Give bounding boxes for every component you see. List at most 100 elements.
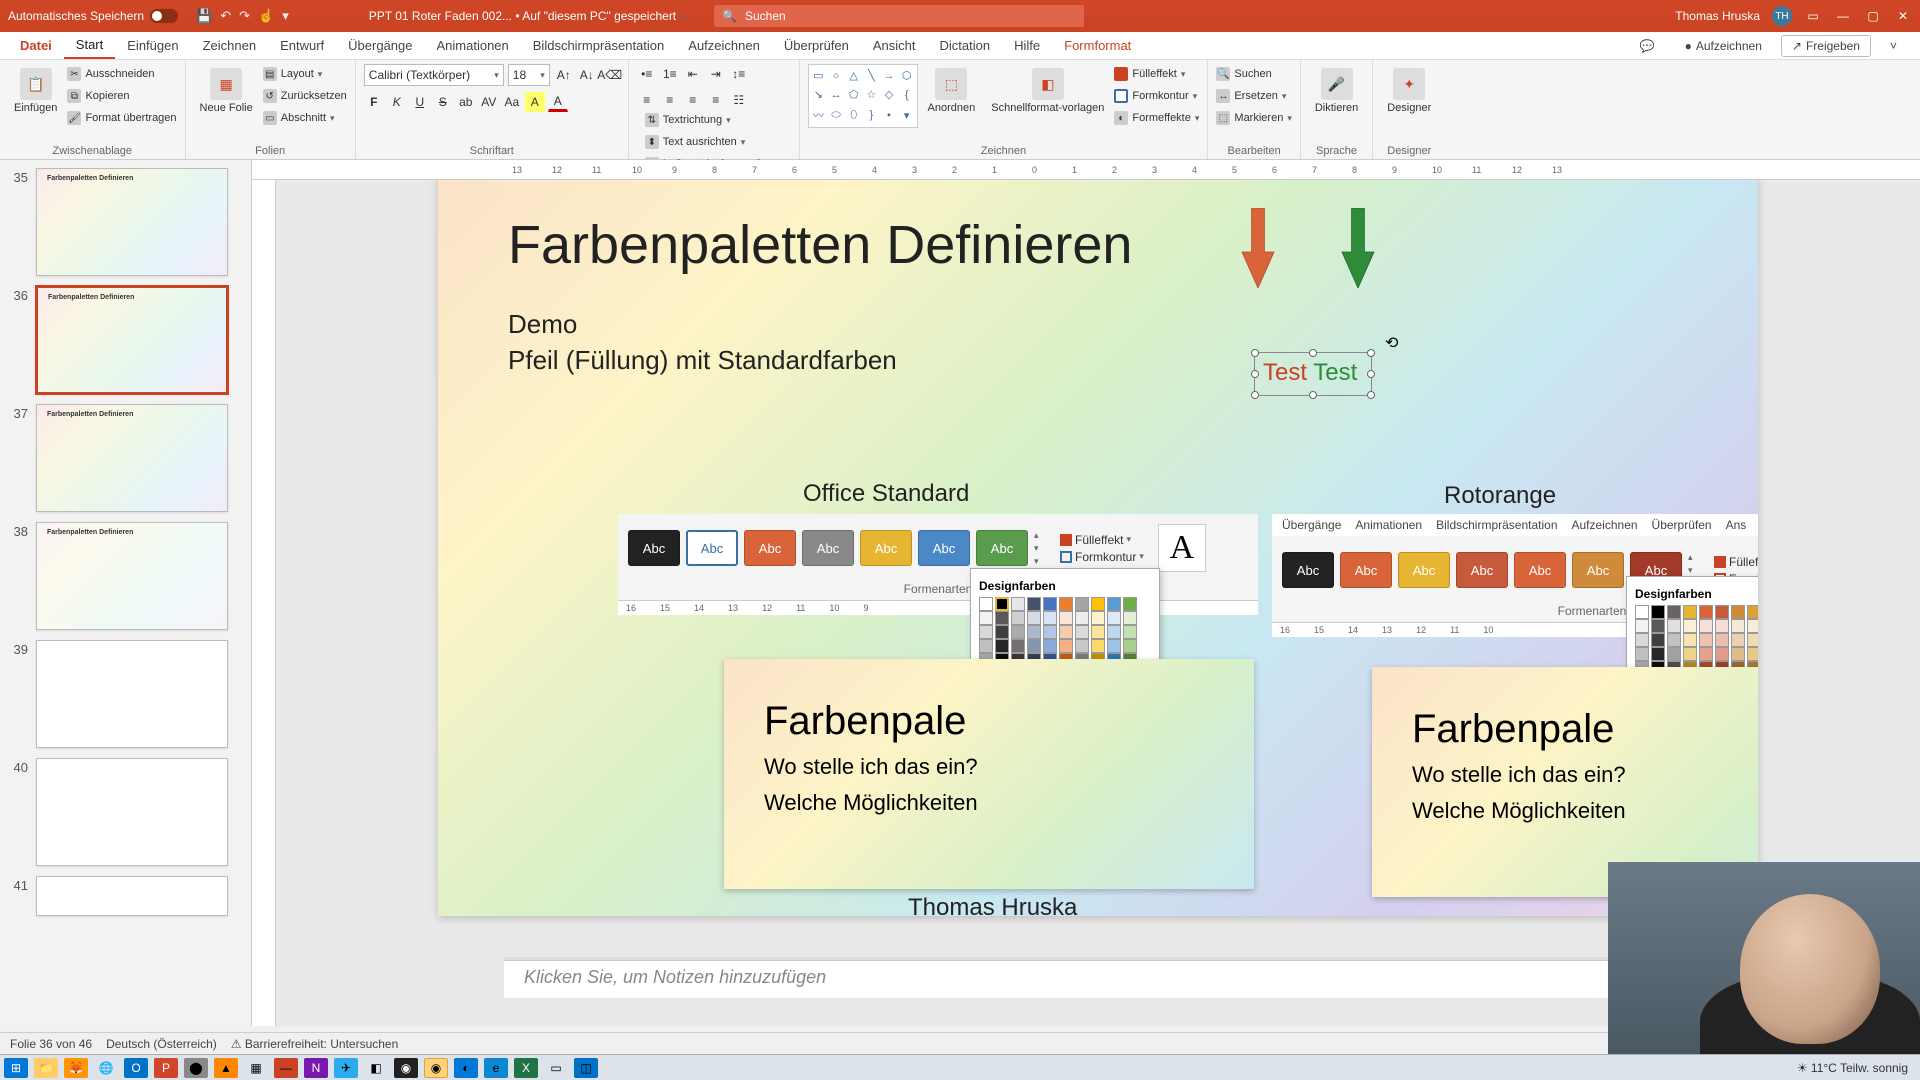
- tab-help[interactable]: Hilfe: [1002, 32, 1052, 59]
- strike-button[interactable]: S: [433, 92, 453, 112]
- tab-start[interactable]: Start: [64, 32, 115, 59]
- shadow-button[interactable]: ab: [456, 92, 476, 112]
- numbering-button[interactable]: 1≡: [660, 64, 680, 84]
- tab-transitions[interactable]: Übergänge: [336, 32, 424, 59]
- layout-button[interactable]: ▤Layout▾: [263, 64, 347, 84]
- tab-file[interactable]: Datei: [8, 32, 64, 59]
- shape-effects-button[interactable]: ◐Formeffekte▾: [1114, 108, 1199, 128]
- selected-textbox[interactable]: ⟲ Test Test: [1254, 352, 1372, 396]
- arrow-orange[interactable]: [1238, 208, 1278, 288]
- select-button[interactable]: ⬚Markieren▾: [1216, 108, 1291, 128]
- align-center-button[interactable]: ≡: [660, 90, 680, 110]
- rotate-handle[interactable]: ⟲: [1385, 333, 1399, 347]
- tab-dictation[interactable]: Dictation: [928, 32, 1003, 59]
- tab-review[interactable]: Überprüfen: [772, 32, 861, 59]
- comments-button[interactable]: 💬: [1629, 35, 1666, 57]
- decrease-font-icon[interactable]: A↓: [577, 65, 597, 85]
- app-icon-1[interactable]: ⬤: [184, 1058, 208, 1078]
- user-avatar[interactable]: TH: [1772, 6, 1792, 26]
- thumb-35[interactable]: Farbenpaletten Definieren: [36, 168, 228, 276]
- weather-widget[interactable]: ☀ 11°C Teilw. sonnig: [1797, 1061, 1908, 1075]
- thumb-38[interactable]: Farbenpaletten Definieren: [36, 522, 228, 630]
- arrow-green[interactable]: [1338, 208, 1378, 288]
- increase-indent-button[interactable]: ⇥: [706, 64, 726, 84]
- align-text-button[interactable]: ⬍Text ausrichten▾: [645, 132, 791, 152]
- dictate-button[interactable]: 🎤Diktieren: [1309, 64, 1364, 118]
- char-spacing-button[interactable]: AV: [479, 92, 499, 112]
- italic-button[interactable]: K: [387, 92, 407, 112]
- qat-more-icon[interactable]: ▾: [282, 8, 289, 24]
- section-button[interactable]: ▭Abschnitt▾: [263, 108, 347, 128]
- clear-format-icon[interactable]: A⌫: [600, 65, 620, 85]
- thumb-41[interactable]: [36, 876, 228, 916]
- app-icon-active[interactable]: ◉: [424, 1058, 448, 1078]
- line-spacing-button[interactable]: ↕≡: [729, 64, 749, 84]
- filename[interactable]: PPT 01 Roter Faden 002... • Auf "diesem …: [369, 9, 684, 23]
- share-button[interactable]: ↗ Freigeben: [1781, 35, 1871, 57]
- outlook-icon[interactable]: O: [124, 1058, 148, 1078]
- app-icon-7[interactable]: ◫: [574, 1058, 598, 1078]
- cut-button[interactable]: ✂Ausschneiden: [67, 64, 176, 84]
- edge-icon[interactable]: e: [484, 1058, 508, 1078]
- current-slide[interactable]: Farbenpaletten Definieren Demo Pfeil (Fü…: [438, 180, 1758, 916]
- app-icon-6[interactable]: ▭: [544, 1058, 568, 1078]
- touch-mode-icon[interactable]: ☝: [258, 8, 274, 24]
- tab-draw[interactable]: Zeichnen: [191, 32, 268, 59]
- shape-outline-button[interactable]: Formkontur▾: [1114, 86, 1199, 106]
- bullets-button[interactable]: •≡: [637, 64, 657, 84]
- tab-animations[interactable]: Animationen: [424, 32, 520, 59]
- save-icon[interactable]: 💾: [196, 8, 212, 24]
- thumb-36[interactable]: Farbenpaletten Definieren: [36, 286, 228, 394]
- close-icon[interactable]: ✕: [1894, 9, 1912, 23]
- change-case-button[interactable]: Aa: [502, 92, 522, 112]
- underline-button[interactable]: U: [410, 92, 430, 112]
- tab-record[interactable]: Aufzeichnen: [676, 32, 772, 59]
- font-color-button[interactable]: A: [548, 92, 568, 112]
- app-icon-4[interactable]: ◧: [364, 1058, 388, 1078]
- start-button[interactable]: ⊞: [4, 1058, 28, 1078]
- new-slide-button[interactable]: ▦Neue Folie: [194, 64, 259, 118]
- paste-button[interactable]: 📋Einfügen: [8, 64, 63, 118]
- decrease-indent-button[interactable]: ⇤: [683, 64, 703, 84]
- designer-button[interactable]: ✦Designer: [1381, 64, 1437, 118]
- slide-counter[interactable]: Folie 36 von 46: [10, 1037, 92, 1051]
- chrome-icon[interactable]: 🌐: [94, 1058, 118, 1078]
- app-icon-3[interactable]: —: [274, 1058, 298, 1078]
- user-name[interactable]: Thomas Hruska: [1675, 9, 1760, 23]
- tab-view[interactable]: Ansicht: [861, 32, 928, 59]
- copy-button[interactable]: ⧉Kopieren: [67, 86, 176, 106]
- undo-icon[interactable]: ↶: [220, 8, 231, 24]
- find-button[interactable]: 🔍Suchen: [1216, 64, 1291, 84]
- app-icon-2[interactable]: ▦: [244, 1058, 268, 1078]
- minimize-icon[interactable]: —: [1834, 9, 1852, 23]
- quick-styles-button[interactable]: ◧Schnellformat-vorlagen: [985, 64, 1110, 118]
- tab-insert[interactable]: Einfügen: [115, 32, 190, 59]
- maximize-icon[interactable]: ▢: [1864, 9, 1882, 23]
- accessibility-status[interactable]: ⚠ Barrierefreiheit: Untersuchen: [231, 1037, 399, 1051]
- onenote-icon[interactable]: N: [304, 1058, 328, 1078]
- powerpoint-icon[interactable]: P: [154, 1058, 178, 1078]
- increase-font-icon[interactable]: A↑: [554, 65, 574, 85]
- thumbnail-panel[interactable]: 35Farbenpaletten Definieren 36Farbenpale…: [0, 160, 252, 1026]
- shapes-gallery[interactable]: ▭○△╲→⬡ ↘↔⬠☆◇{ 〰⬭⬯}⬩▾: [808, 64, 918, 128]
- tab-design[interactable]: Entwurf: [268, 32, 336, 59]
- align-left-button[interactable]: ≡: [637, 90, 657, 110]
- text-direction-button[interactable]: ⇅Textrichtung▾: [645, 110, 791, 130]
- shape-fill-button[interactable]: Fülleffekt▾: [1114, 64, 1199, 84]
- thumb-37[interactable]: Farbenpaletten Definieren: [36, 404, 228, 512]
- autosave-toggle[interactable]: Automatisches Speichern: [8, 9, 178, 23]
- align-right-button[interactable]: ≡: [683, 90, 703, 110]
- thumb-39[interactable]: [36, 640, 228, 748]
- slide-title[interactable]: Farbenpaletten Definieren: [508, 214, 1688, 276]
- font-size-select[interactable]: 18▾: [508, 64, 550, 86]
- slide-body[interactable]: Demo Pfeil (Füllung) mit Standardfarben: [508, 306, 1688, 379]
- format-painter-button[interactable]: 🖌Format übertragen: [67, 108, 176, 128]
- tab-shape-format[interactable]: Formformat: [1052, 32, 1143, 59]
- excel-icon[interactable]: X: [514, 1058, 538, 1078]
- font-name-select[interactable]: Calibri (Textkörper)▾: [364, 64, 504, 86]
- search-box[interactable]: 🔍 Suchen: [714, 5, 1084, 27]
- bold-button[interactable]: F: [364, 92, 384, 112]
- replace-button[interactable]: ↔Ersetzen▾: [1216, 86, 1291, 106]
- firefox-icon[interactable]: 🦊: [64, 1058, 88, 1078]
- arrange-button[interactable]: ⬚Anordnen: [922, 64, 982, 118]
